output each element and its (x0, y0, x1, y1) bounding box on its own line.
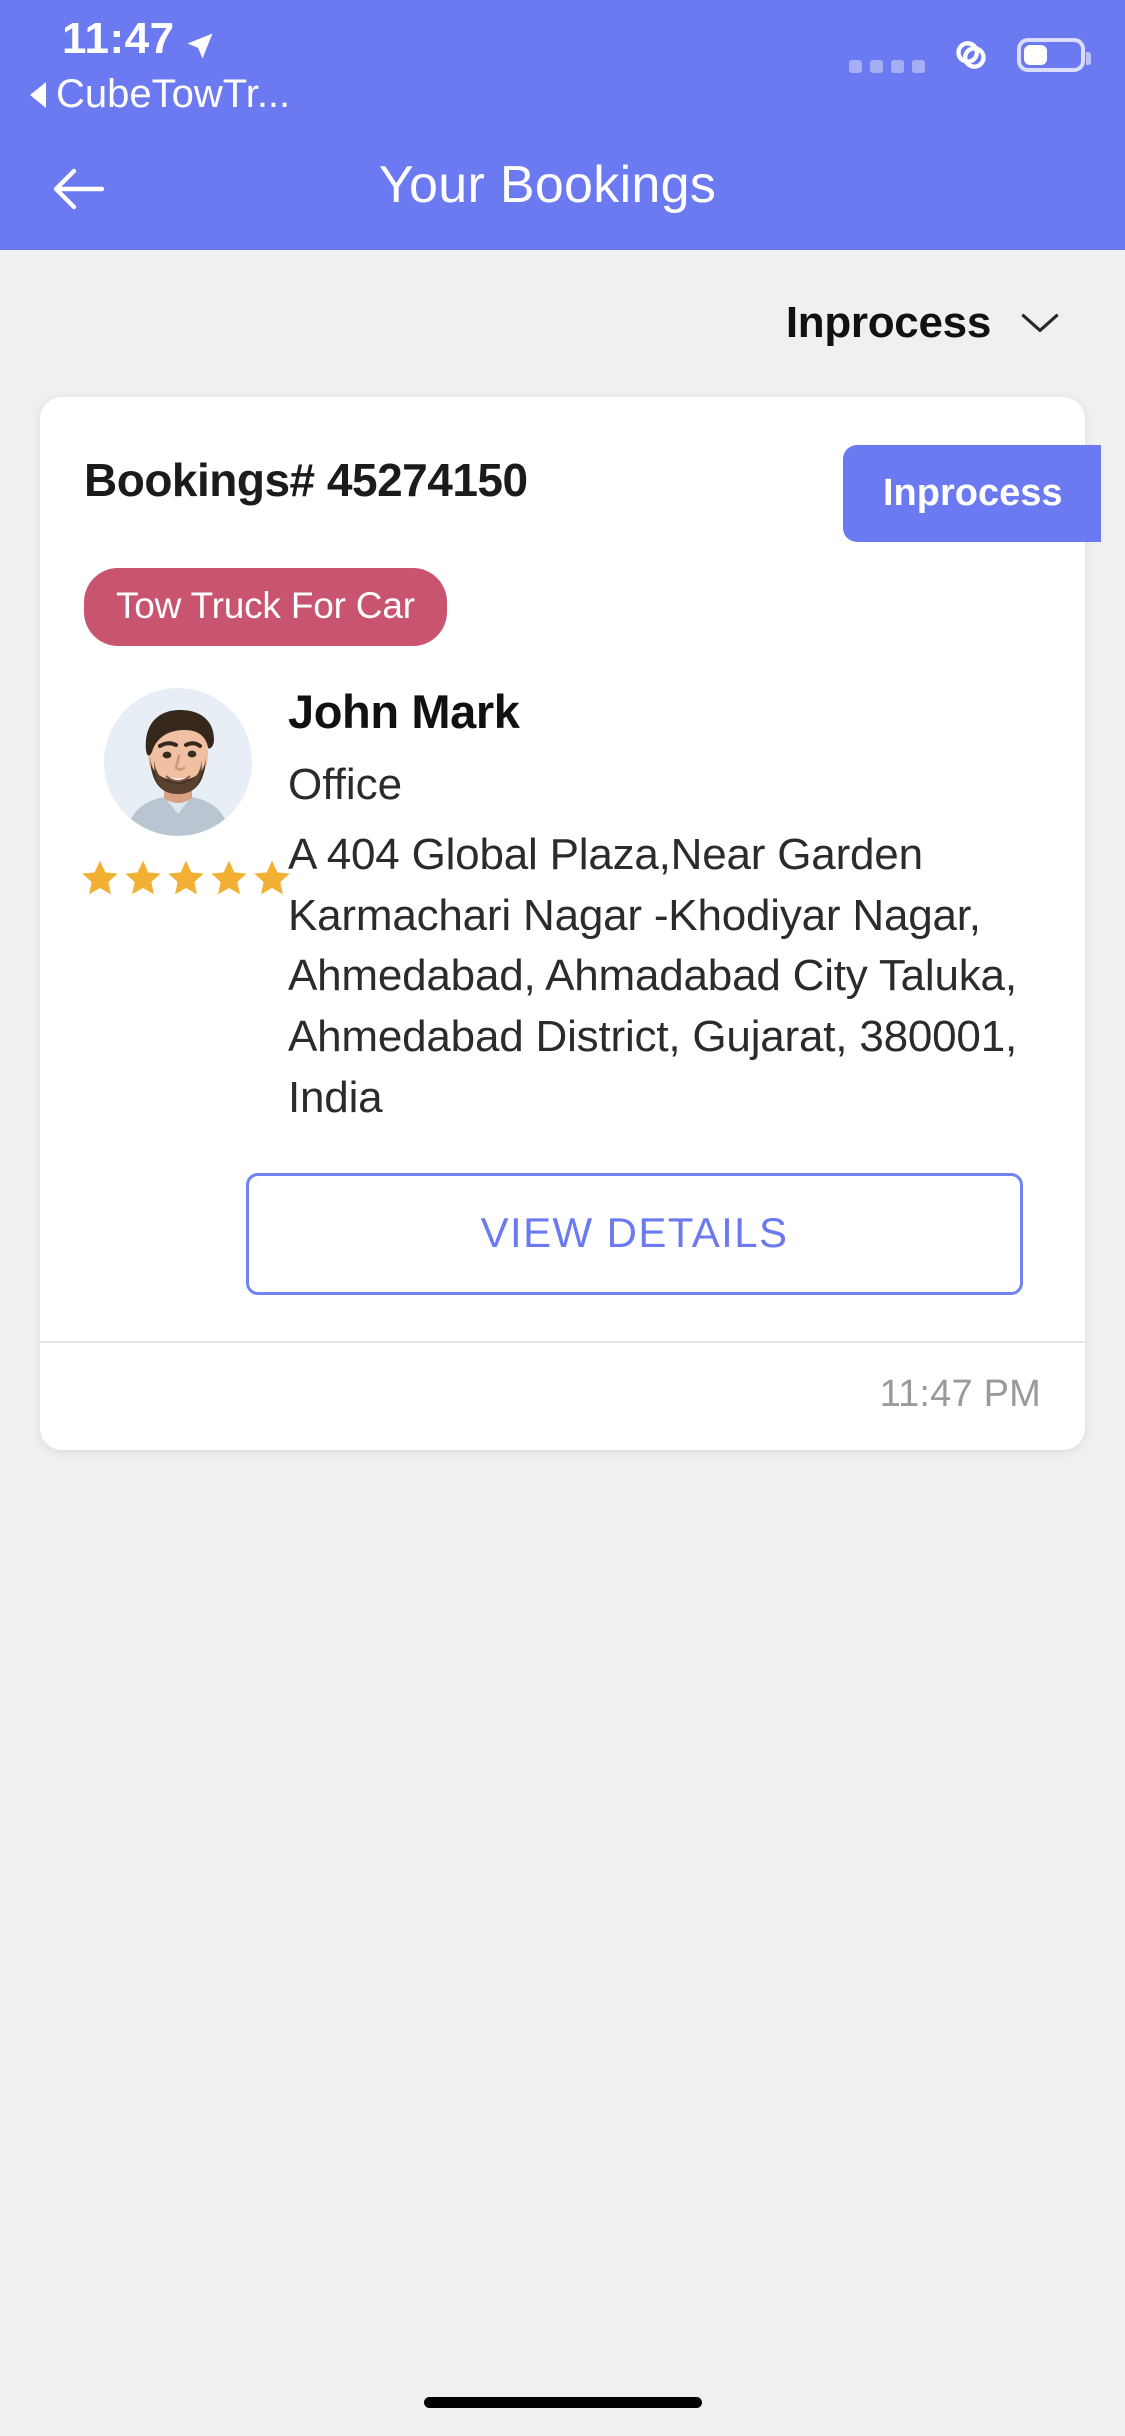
booking-card-footer: 11:47 PM (40, 1343, 1085, 1450)
status-badge: Inprocess (843, 445, 1101, 542)
return-to-app-label: CubeTowTr... (56, 72, 291, 116)
view-details-container: VIEW DETAILS (40, 1129, 1085, 1295)
provider-media (82, 688, 290, 1129)
star-filled-icon (123, 858, 163, 898)
status-bar-time: 11:47 (62, 14, 175, 63)
navigation-bar: Your Bookings (0, 155, 1125, 250)
star-filled-icon (209, 858, 249, 898)
provider-address-type: Office (288, 760, 403, 809)
chevron-down-icon[interactable] (1019, 310, 1061, 336)
provider-address: A 404 Global Plaza,Near Garden Karmachar… (288, 830, 1017, 1122)
provider-name: John Mark (288, 685, 520, 738)
status-filter-dropdown[interactable]: Inprocess (0, 250, 1125, 348)
status-bar-time-group: 11:47 (62, 14, 215, 64)
view-details-button[interactable]: VIEW DETAILS (246, 1172, 1023, 1295)
page-title: Your Bookings (378, 156, 717, 214)
return-to-app-link[interactable]: CubeTowTr... (30, 72, 290, 117)
rating-stars (80, 858, 290, 898)
battery-icon (1017, 38, 1091, 72)
booking-card-header: Bookings# 45274150 Inprocess (40, 445, 1101, 542)
provider-section: John Mark Office A 404 Global Plaza,Near… (40, 646, 1085, 1129)
booking-card[interactable]: Bookings# 45274150 Inprocess Tow Truck F… (40, 397, 1101, 1450)
app-header: 11:47 CubeTowTr... Your Bookings (0, 0, 1125, 250)
service-type-tag: Tow Truck For Car (84, 568, 447, 646)
chain-link-icon (945, 35, 997, 75)
booking-timestamp: 11:47 PM (879, 1372, 1041, 1415)
star-filled-icon (166, 858, 206, 898)
avatar (104, 688, 252, 836)
triangle-left-icon (30, 81, 46, 108)
booking-number: Bookings# 45274150 (84, 454, 528, 506)
status-filter-label: Inprocess (785, 298, 991, 347)
home-indicator[interactable] (423, 2397, 702, 2408)
location-arrow-icon (185, 22, 215, 59)
provider-details: John Mark Office A 404 Global Plaza,Near… (278, 688, 1085, 1129)
star-filled-icon (80, 858, 120, 898)
booking-card-body: Bookings# 45274150 Inprocess Tow Truck F… (40, 397, 1101, 1450)
signal-dots-icon (849, 59, 925, 73)
status-bar-indicators (849, 35, 1091, 75)
status-bar: 11:47 CubeTowTr... (0, 0, 1125, 155)
